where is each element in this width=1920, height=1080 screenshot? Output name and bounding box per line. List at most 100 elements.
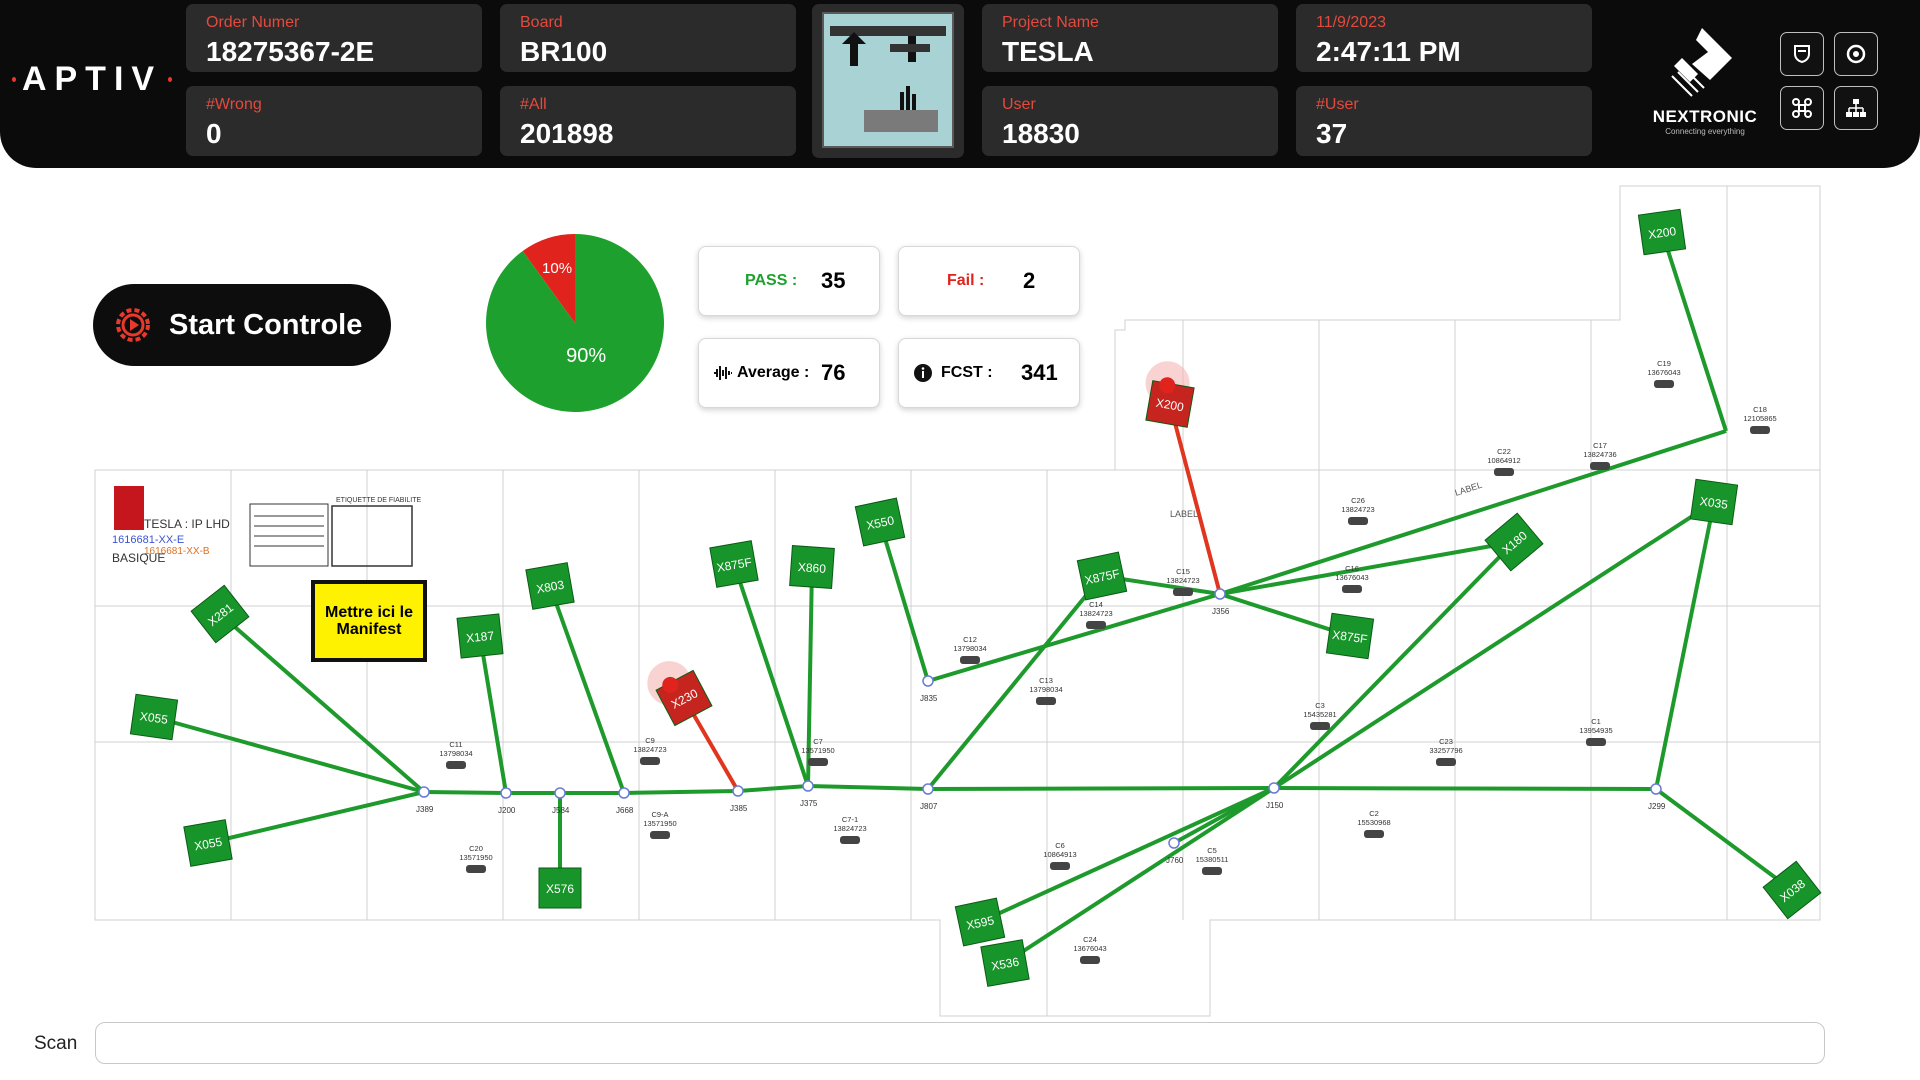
clip-name: C1 (1591, 717, 1601, 726)
tesla-title-block: TESLA : IP LHD 1616681-XX-E 1616681-XX-B… (112, 486, 230, 565)
clip-part-number: 13798034 (439, 749, 472, 758)
junction-node (802, 780, 814, 792)
clip-icon (1586, 738, 1606, 746)
wire-branch (1660, 231, 1728, 432)
connector-x035[interactable]: X035 (1689, 478, 1739, 526)
fail-value: 2 (1023, 268, 1036, 293)
wire-trunk (737, 784, 809, 793)
connector-x038[interactable]: X038 (1762, 860, 1822, 920)
clip-icon (1310, 722, 1330, 730)
clip-part-number: 15530968 (1357, 818, 1390, 827)
connector-x200[interactable]: X200 (1139, 358, 1198, 428)
wire-branch (1654, 501, 1716, 790)
connector-x803[interactable]: X803 (525, 562, 575, 610)
connector-x576[interactable]: X576 (538, 867, 582, 909)
clip-icon (640, 757, 660, 765)
clip-name: C22 (1497, 447, 1511, 456)
clip-name: C9 (645, 736, 655, 745)
connector-x187[interactable]: X187 (456, 613, 504, 659)
clip-name: C2 (1369, 809, 1379, 818)
clip-name: C13 (1039, 676, 1053, 685)
label-tag-2: LABEL (1454, 480, 1484, 498)
clip-icon (466, 865, 486, 873)
wire-trunk (1273, 786, 1657, 791)
clip-name: C24 (1083, 935, 1097, 944)
junction-label: J760 (1166, 856, 1184, 865)
connector-x550[interactable]: X550 (854, 497, 906, 547)
clip-icon (1750, 426, 1770, 434)
connector-x055[interactable]: X055 (129, 693, 179, 741)
wire-trunk (423, 790, 507, 795)
clip-icon (1086, 621, 1106, 629)
clip-part-number: 13676043 (1647, 368, 1680, 377)
junction-label: J375 (800, 799, 818, 808)
clip-part-number: 13824723 (1166, 576, 1199, 585)
clip-name: C20 (469, 844, 483, 853)
clip-name: C9-A (651, 810, 668, 819)
clip-part-number: 13824736 (1583, 450, 1616, 459)
junction-label: J385 (730, 804, 748, 813)
wire-branch (1219, 429, 1727, 596)
junction-node (1650, 783, 1662, 795)
harness-diagram: J389 J200 J584 J668 J385 J375 J807 J835 J356 J150… (94, 185, 1822, 1017)
connector-x875f[interactable]: X875F (1076, 551, 1128, 601)
clip-name: C5 (1207, 846, 1217, 855)
connector-x875f[interactable]: X875F (1325, 612, 1375, 660)
fail-label: Fail : (947, 272, 985, 289)
fcst-stat-card: FCST : 341 (898, 338, 1080, 408)
junction-node (554, 787, 566, 799)
wire-branch (1173, 786, 1275, 845)
clip-icon (1202, 867, 1222, 875)
clip-name: C18 (1753, 405, 1767, 414)
pass-stat-card: PASS : 35 (698, 246, 880, 316)
clip-icon (650, 831, 670, 839)
junction-label: J584 (552, 806, 570, 815)
clip-icon (1342, 585, 1362, 593)
wire-trunk (807, 784, 929, 791)
clip-icon (1080, 956, 1100, 964)
clip-name: C3 (1315, 701, 1325, 710)
pass-fail-pie-chart: 90% 10% (486, 234, 664, 412)
junction-label: J668 (616, 806, 634, 815)
clip-name: C16 (1345, 564, 1359, 573)
connector-x595[interactable]: X595 (954, 897, 1006, 947)
connector-x055[interactable]: X055 (183, 819, 233, 867)
junction-label: J389 (416, 805, 434, 814)
junction-layer: J389 J200 J584 J668 J385 J375 J807 J835 J356 J150… (416, 588, 1666, 865)
clip-icon (1494, 468, 1514, 476)
manifest-placeholder: Mettre ici le Manifest (311, 580, 427, 662)
clip-part-number: 13798034 (953, 644, 986, 653)
fcst-value: 341 (1021, 360, 1058, 385)
clip-name: C19 (1657, 359, 1671, 368)
clip-part-number: 13824723 (633, 745, 666, 754)
clip-part-number: 10864912 (1487, 456, 1520, 465)
connector-x230[interactable]: X230 (640, 651, 713, 729)
junction-node (922, 675, 934, 687)
connector-x200[interactable]: X200 (1637, 208, 1687, 256)
scan-input[interactable] (95, 1022, 1825, 1064)
start-controle-label: Start Controle (169, 308, 363, 341)
pass-value: 35 (821, 268, 846, 293)
pie-slice-label: 10% (542, 260, 572, 277)
clip-part-number: 33257796 (1429, 746, 1462, 755)
connector-x536[interactable]: X536 (980, 939, 1030, 987)
start-controle-button[interactable]: Start Controle (93, 284, 391, 366)
connector-x875f[interactable]: X875F (709, 540, 759, 588)
scan-label: Scan (34, 1033, 78, 1054)
clip-part-number: 13571950 (643, 819, 676, 828)
clip-icon (1364, 830, 1384, 838)
harness-title: TESLA : IP LHD (144, 517, 230, 531)
clip-name: C7 (813, 737, 823, 746)
wire-branch (979, 786, 1275, 924)
pie-slice-label: 90% (566, 345, 606, 367)
waveform-icon (714, 366, 732, 380)
clip-name: C26 (1351, 496, 1365, 505)
junction-label: J299 (1648, 802, 1666, 811)
connector-x860[interactable]: X860 (789, 545, 835, 589)
junction-node (500, 787, 512, 799)
clip-icon (960, 656, 980, 664)
clip-icon (808, 758, 828, 766)
info-icon (914, 364, 932, 382)
reliability-sticker: ETIQUETTE DE FIABILITE (249, 497, 422, 567)
junction-label: J807 (920, 802, 938, 811)
